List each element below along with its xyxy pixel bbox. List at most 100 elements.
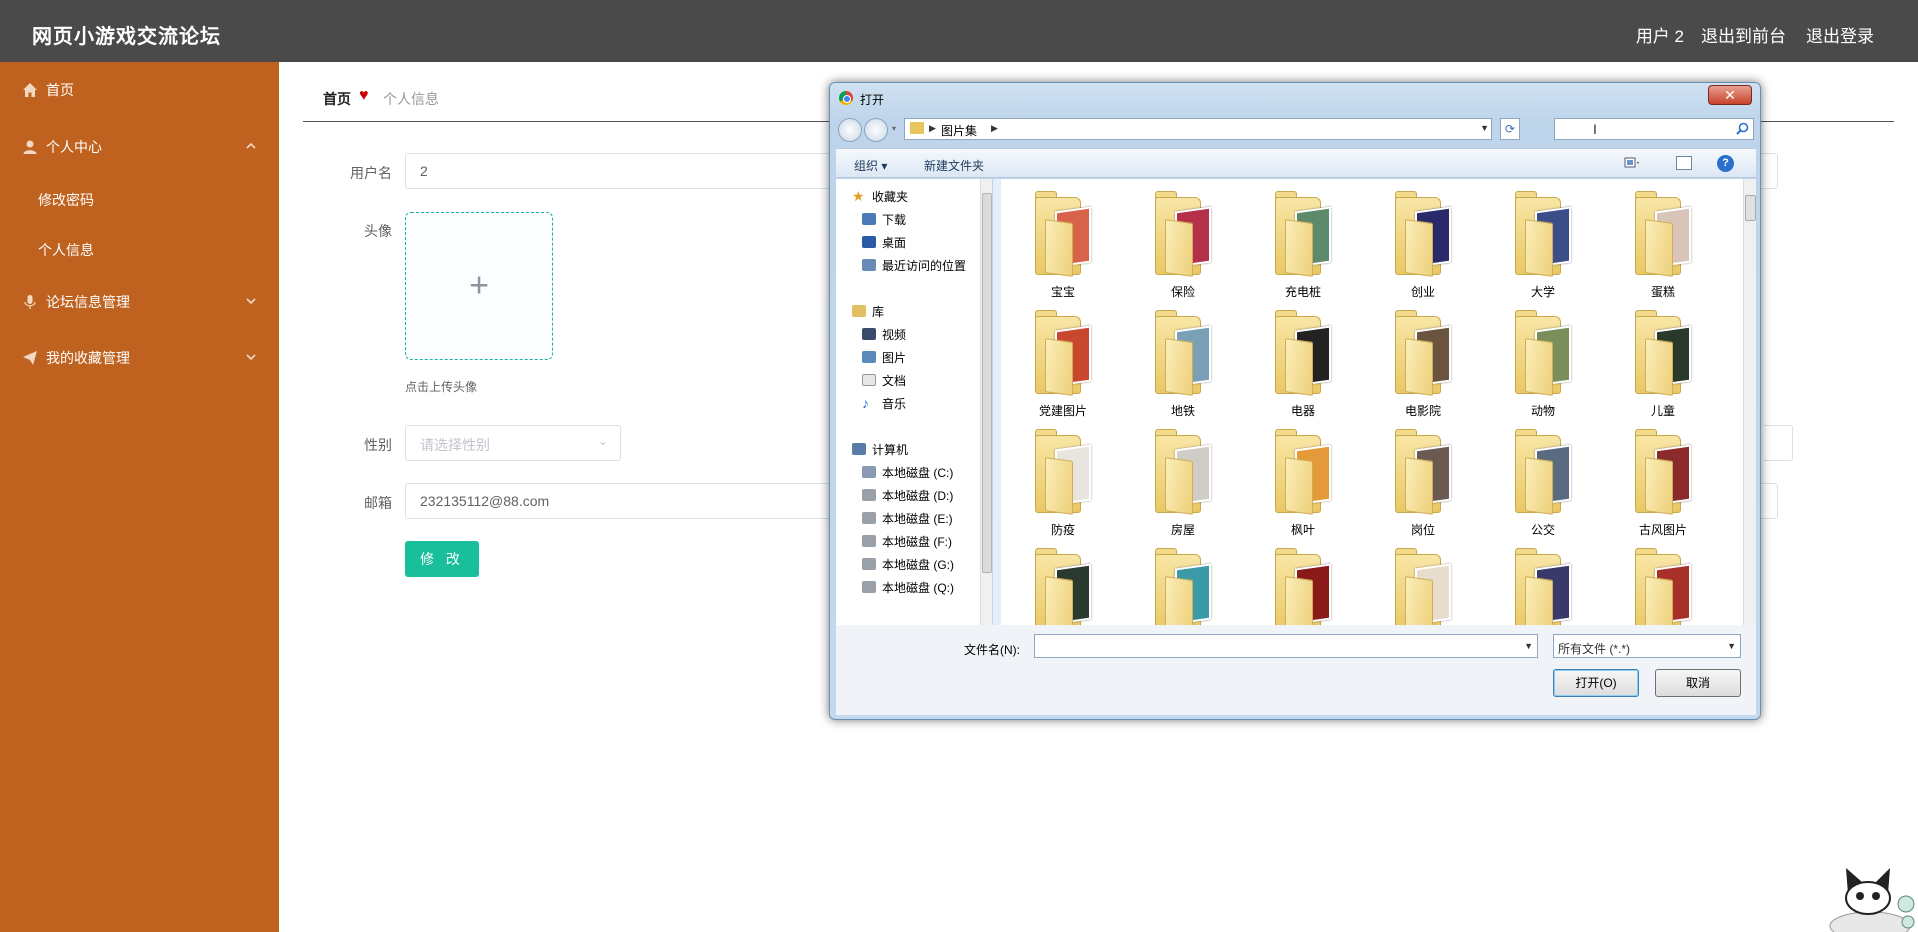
current-user-link[interactable]: 用户 2 — [1636, 22, 1684, 47]
folder-label: 保险 — [1170, 285, 1195, 299]
sidebar-item-change-password[interactable]: 修改密码 — [38, 190, 94, 210]
search-icon[interactable] — [1736, 122, 1749, 135]
sidebar-item-personal-center[interactable]: 个人中心 — [0, 129, 279, 165]
nav-desktop[interactable]: 桌面 — [862, 232, 906, 252]
nav-documents[interactable]: 文档 — [862, 370, 906, 390]
preview-pane-icon[interactable] — [1676, 156, 1692, 170]
pictures-icon — [862, 351, 876, 363]
nav-label: 最近访问的位置 — [882, 258, 967, 273]
sidebar-item-label: 个人中心 — [46, 139, 102, 155]
sidebar-item-personal-info[interactable]: 个人信息 — [38, 240, 94, 260]
folder-item[interactable] — [1613, 544, 1713, 625]
pane-splitter[interactable] — [993, 179, 1001, 625]
gender-select[interactable]: 请选择性别 ⌄ — [405, 425, 621, 461]
folder-item[interactable]: 儿童 — [1613, 306, 1713, 424]
breadcrumb-home[interactable]: 首页 — [323, 89, 351, 109]
exit-to-front-link[interactable]: 退出到前台 — [1701, 22, 1786, 47]
navigation-pane: ★ 收藏夹 下载 桌面 最近访问的位置 库 视频 图片 文档 ♪ 音乐 计算机 本地… — [836, 179, 992, 625]
folder-item[interactable]: 保险 — [1133, 187, 1233, 305]
address-path[interactable]: 图片集 — [941, 122, 977, 139]
organize-label: 组织 — [854, 159, 879, 173]
search-input[interactable]: I — [1554, 118, 1754, 140]
address-bar[interactable]: ▶ 图片集 ▶ ▼ — [904, 118, 1492, 140]
folder-item[interactable]: 宝宝 — [1013, 187, 1113, 305]
folder-label: 岗位 — [1410, 523, 1435, 537]
folder-item[interactable]: 枫叶 — [1253, 425, 1353, 543]
breadcrumb-arrow-icon[interactable]: ▶ — [929, 123, 936, 134]
sidebar: 首页 个人中心 修改密码 个人信息 论坛信息管理 我的收藏管理 — [0, 62, 279, 932]
open-button[interactable]: 打开(O) — [1553, 669, 1639, 697]
address-dropdown-icon[interactable]: ▼ — [1480, 123, 1489, 133]
sidebar-item-favorites-management[interactable]: 我的收藏管理 — [0, 340, 279, 376]
nav-downloads[interactable]: 下载 — [862, 209, 906, 229]
nav-pictures[interactable]: 图片 — [862, 347, 906, 367]
folder-item[interactable]: 公交 — [1493, 425, 1593, 543]
nav-libraries[interactable]: 库 — [852, 301, 884, 321]
nav-label: 本地磁盘 (G:) — [882, 557, 954, 572]
folder-item[interactable]: 防疫 — [1013, 425, 1113, 543]
nav-label: 库 — [872, 304, 885, 319]
file-scroll-thumb[interactable] — [1745, 195, 1756, 221]
folder-item[interactable]: 创业 — [1373, 187, 1473, 305]
sidebar-item-label: 首页 — [46, 82, 74, 98]
folder-item[interactable]: 岗位 — [1373, 425, 1473, 543]
back-button[interactable] — [838, 118, 862, 142]
nav-drive-q[interactable]: 本地磁盘 (Q:) — [862, 577, 954, 597]
nav-drive-e[interactable]: 本地磁盘 (E:) — [862, 508, 953, 528]
nav-music[interactable]: ♪ 音乐 — [862, 393, 906, 413]
filename-input[interactable]: ▼ — [1034, 634, 1538, 658]
sidebar-item-forum-management[interactable]: 论坛信息管理 — [0, 284, 279, 320]
nav-recent[interactable]: 最近访问的位置 — [862, 255, 966, 275]
sidebar-item-home[interactable]: 首页 — [0, 72, 279, 108]
nav-videos[interactable]: 视频 — [862, 324, 906, 344]
view-options-icon[interactable] — [1624, 156, 1640, 170]
breadcrumb-current: 个人信息 — [383, 91, 439, 107]
logout-link[interactable]: 退出登录 — [1806, 22, 1874, 47]
folder-icon — [1155, 310, 1215, 396]
folder-icon — [1515, 191, 1575, 277]
nav-computer[interactable]: 计算机 — [852, 439, 908, 459]
nav-scrollbar[interactable] — [980, 179, 992, 625]
nav-drive-d[interactable]: 本地磁盘 (D:) — [862, 485, 953, 505]
cancel-button[interactable]: 取消 — [1655, 669, 1741, 697]
file-type-select[interactable]: 所有文件 (*.*) ▼ — [1553, 634, 1741, 658]
nav-drive-c[interactable]: 本地磁盘 (C:) — [862, 462, 953, 482]
nav-drive-g[interactable]: 本地磁盘 (G:) — [862, 554, 954, 574]
nav-scroll-thumb[interactable] — [982, 193, 992, 573]
organize-menu[interactable]: 组织 ▾ — [854, 157, 887, 174]
recent-pages-icon[interactable]: ▾ — [892, 124, 896, 133]
nav-drive-f[interactable]: 本地磁盘 (F:) — [862, 531, 952, 551]
dialog-close-button[interactable]: ✕ — [1708, 85, 1752, 105]
mic-icon — [24, 295, 36, 309]
folder-item[interactable]: 电影院 — [1373, 306, 1473, 424]
downloads-icon — [862, 213, 876, 225]
folder-item[interactable]: 房屋 — [1133, 425, 1233, 543]
folder-item[interactable]: 充电桩 — [1253, 187, 1353, 305]
top-header: 网页小游戏交流论坛 用户 2 退出到前台 退出登录 — [0, 0, 1918, 62]
username-label: 用户名 — [350, 165, 392, 181]
drive-icon — [862, 489, 876, 501]
new-folder-button[interactable]: 新建文件夹 — [924, 157, 984, 174]
folder-item[interactable] — [1493, 544, 1593, 625]
submit-button[interactable]: 修 改 — [405, 541, 479, 577]
file-list-scrollbar[interactable] — [1743, 179, 1756, 625]
filename-dropdown-icon[interactable]: ▼ — [1524, 641, 1533, 651]
folder-item[interactable]: 动物 — [1493, 306, 1593, 424]
avatar-upload[interactable]: + — [405, 212, 553, 360]
help-icon[interactable]: ? — [1717, 155, 1734, 172]
mascot-icon — [1829, 868, 1915, 932]
folder-item[interactable] — [1133, 544, 1233, 625]
folder-item[interactable] — [1373, 544, 1473, 625]
refresh-button[interactable]: ⟳ — [1500, 118, 1520, 140]
folder-item[interactable]: 地铁 — [1133, 306, 1233, 424]
folder-item[interactable]: 大学 — [1493, 187, 1593, 305]
folder-item[interactable]: 电器 — [1253, 306, 1353, 424]
folder-item[interactable]: 古风图片 — [1613, 425, 1713, 543]
folder-item[interactable]: 蛋糕 — [1613, 187, 1713, 305]
forward-button[interactable] — [864, 118, 888, 142]
folder-item[interactable]: 党建图片 — [1013, 306, 1113, 424]
breadcrumb-arrow-icon[interactable]: ▶ — [991, 123, 998, 134]
nav-favorites[interactable]: ★ 收藏夹 — [852, 186, 908, 206]
folder-item[interactable] — [1013, 544, 1113, 625]
folder-item[interactable] — [1253, 544, 1353, 625]
